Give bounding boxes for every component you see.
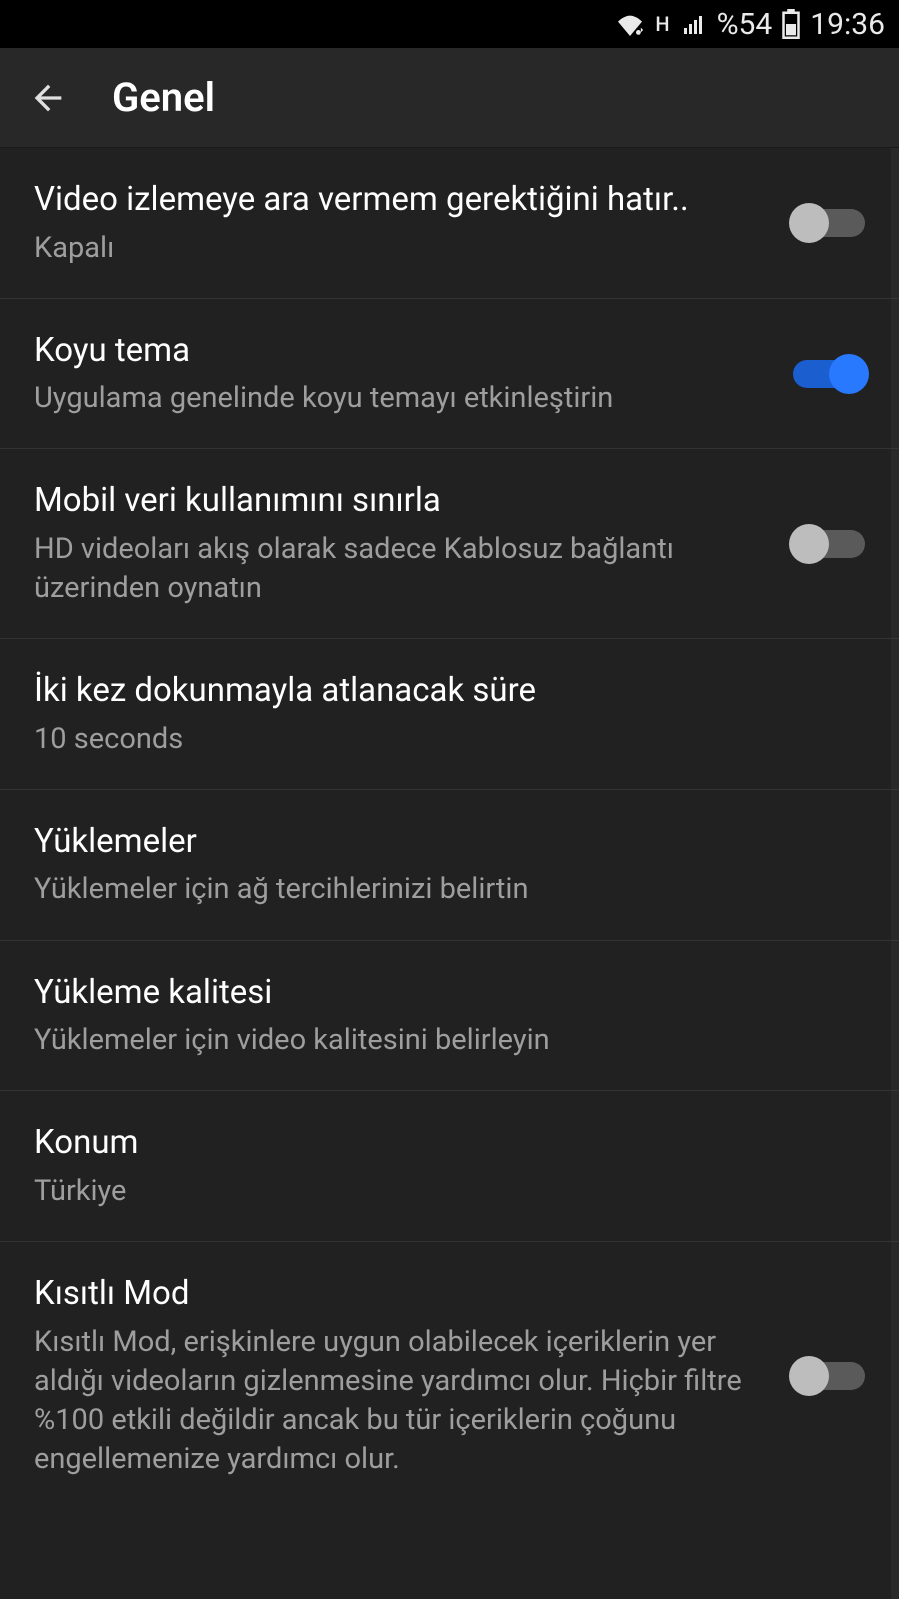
status-clock: 19:36 [810, 7, 885, 42]
setting-title: Konum [34, 1121, 845, 1166]
setting-title: İki kez dokunmayla atlanacak süre [34, 669, 845, 714]
setting-title: Video izlemeye ara vermem gerektiğini ha… [34, 178, 773, 223]
toggle-restricted-mode[interactable] [793, 1362, 865, 1390]
setting-subtitle: Yüklemeler için ağ tercihlerinizi belirt… [34, 870, 845, 909]
setting-subtitle: Kısıtlı Mod, erişkinlere uygun olabilece… [34, 1323, 773, 1480]
setting-subtitle: Kapalı [34, 229, 773, 268]
setting-title: Mobil veri kullanımını sınırla [34, 479, 773, 524]
app-bar: Genel [0, 48, 899, 148]
setting-subtitle: 10 seconds [34, 720, 845, 759]
network-type-badge: H [655, 12, 670, 36]
setting-subtitle: Uygulama genelinde koyu temayı etkinleşt… [34, 379, 773, 418]
setting-subtitle: Yüklemeler için video kalitesini belirle… [34, 1021, 845, 1060]
page-title: Genel [112, 74, 215, 121]
toggle-remind-break[interactable] [793, 209, 865, 237]
setting-restricted-mode[interactable]: Kısıtlı Mod Kısıtlı Mod, erişkinlere uyg… [0, 1242, 899, 1509]
toggle-dark-theme[interactable] [793, 360, 865, 388]
setting-title: Yüklemeler [34, 820, 845, 865]
setting-uploads[interactable]: Yüklemeler Yüklemeler için ağ tercihleri… [0, 790, 899, 941]
scrollbar[interactable] [891, 148, 899, 1599]
back-arrow-icon[interactable] [28, 78, 68, 118]
setting-upload-quality[interactable]: Yükleme kalitesi Yüklemeler için video k… [0, 941, 899, 1092]
status-bar: H %54 19:36 [0, 0, 899, 48]
signal-icon [681, 12, 707, 36]
setting-limit-mobile-data[interactable]: Mobil veri kullanımını sınırla HD videol… [0, 449, 899, 639]
setting-title: Kısıtlı Mod [34, 1272, 773, 1317]
setting-subtitle: Türkiye [34, 1172, 845, 1211]
setting-subtitle: HD videoları akış olarak sadece Kablosuz… [34, 530, 773, 608]
battery-icon [782, 9, 800, 39]
wifi-icon [615, 12, 645, 36]
battery-percent: %54 [717, 7, 773, 42]
setting-remind-break[interactable]: Video izlemeye ara vermem gerektiğini ha… [0, 148, 899, 299]
settings-list: Video izlemeye ara vermem gerektiğini ha… [0, 148, 899, 1599]
setting-location[interactable]: Konum Türkiye [0, 1091, 899, 1242]
setting-double-tap-seek[interactable]: İki kez dokunmayla atlanacak süre 10 sec… [0, 639, 899, 790]
setting-title: Koyu tema [34, 329, 773, 374]
toggle-limit-mobile-data[interactable] [793, 530, 865, 558]
setting-dark-theme[interactable]: Koyu tema Uygulama genelinde koyu temayı… [0, 299, 899, 450]
setting-title: Yükleme kalitesi [34, 971, 845, 1016]
